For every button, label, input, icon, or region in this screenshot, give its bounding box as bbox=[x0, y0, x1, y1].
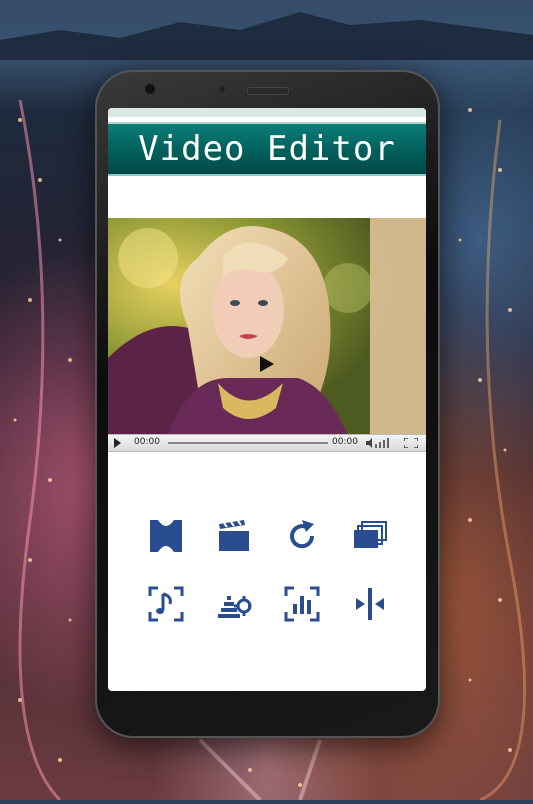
earpiece-speaker bbox=[247, 87, 289, 95]
audio-button[interactable] bbox=[146, 584, 186, 624]
rotate-button[interactable] bbox=[282, 516, 322, 556]
seek-bar[interactable] bbox=[168, 442, 328, 444]
title-bar: Video Editor bbox=[108, 108, 426, 176]
front-camera bbox=[143, 82, 157, 96]
clapperboard-icon bbox=[219, 520, 249, 551]
merge-button[interactable] bbox=[350, 516, 390, 556]
split-button[interactable] bbox=[350, 584, 390, 624]
trim-button[interactable] bbox=[146, 516, 186, 556]
video-controls: 00:00 00:00 bbox=[108, 434, 426, 452]
clip-button[interactable] bbox=[214, 516, 254, 556]
rotate-icon bbox=[290, 520, 315, 549]
app-title: Video Editor bbox=[138, 129, 396, 169]
audio-music-icon bbox=[148, 586, 184, 622]
equalizer-crop-icon bbox=[284, 586, 320, 622]
video-preview[interactable] bbox=[108, 218, 426, 436]
fullscreen-icon[interactable] bbox=[404, 438, 418, 448]
play-overlay-icon[interactable] bbox=[260, 356, 274, 372]
title-top-strip bbox=[108, 108, 426, 117]
effects-settings-icon bbox=[218, 596, 252, 618]
crop-button[interactable] bbox=[282, 584, 322, 624]
title-band: Video Editor bbox=[108, 122, 426, 176]
video-frame-image bbox=[108, 218, 426, 436]
film-trim-icon bbox=[150, 520, 182, 552]
effects-button[interactable] bbox=[214, 584, 254, 624]
app-screen: Video Editor 00:00 00:00 bbox=[108, 108, 426, 691]
current-time: 00:00 bbox=[134, 437, 160, 447]
phone-frame: Video Editor 00:00 00:00 bbox=[95, 70, 440, 738]
split-icon bbox=[356, 588, 384, 620]
sensor bbox=[219, 86, 225, 92]
layers-icon bbox=[354, 521, 387, 548]
play-icon[interactable] bbox=[114, 438, 121, 448]
total-time: 00:00 bbox=[332, 437, 358, 447]
volume-icon[interactable] bbox=[366, 438, 394, 448]
